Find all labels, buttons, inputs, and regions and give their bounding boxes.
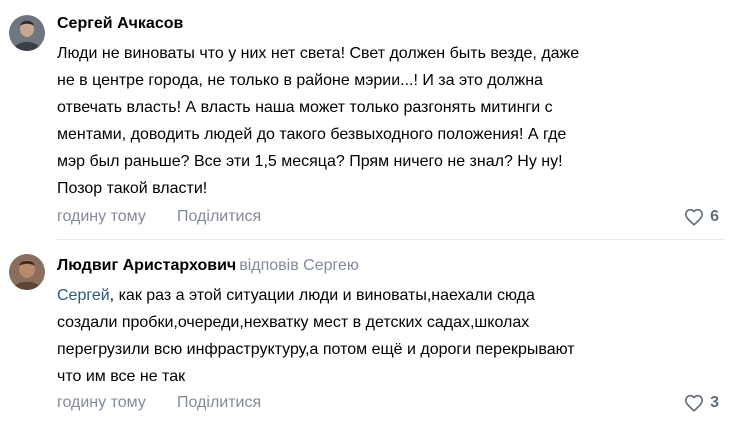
comment-author[interactable]: Людвиг Аристархович (57, 257, 236, 274)
comment-text-line: ментами, доводить людей до такого безвых… (57, 126, 567, 143)
comment-text-line: мэр был раньше? Все эти 1,5 месяца? Прям… (57, 153, 563, 170)
mention-link[interactable]: Сергей (57, 287, 110, 304)
comment-divider (57, 239, 725, 240)
comment-text: Сергей, как раз а этой ситуации люди и в… (57, 282, 727, 390)
heart-outline-icon (685, 394, 704, 412)
comment-text-line: Позор такой власти! (57, 180, 208, 197)
comment-text-line: отвечать власть! А власть наша может тол… (57, 99, 553, 116)
like-count: 3 (710, 394, 719, 411)
comment-author-line: Людвиг Аристархович відповів Сергею (57, 256, 359, 276)
avatar[interactable] (9, 254, 45, 290)
comment-text-line: не в центре города, не только в районе м… (57, 72, 543, 89)
comment-text-line: Люди не виноваты что у них нет света! Св… (57, 45, 580, 62)
comment-text-segment: , как раз а этой ситуации люди и виноват… (109, 287, 535, 304)
like-button[interactable]: 3 (684, 393, 719, 413)
share-button[interactable]: Поділитися (177, 393, 261, 413)
comment-text-line: что им все не так (57, 368, 186, 385)
comment-text: Люди не виноваты что у них нет света! Св… (57, 40, 727, 202)
avatar[interactable] (9, 15, 45, 51)
comment-footer: годину тому Поділитися 6 (57, 207, 719, 227)
comment-text-line: перегрузили всю инфраструктуру,а потом е… (57, 341, 575, 358)
comment-time[interactable]: годину тому (57, 393, 146, 413)
share-button[interactable]: Поділитися (177, 207, 261, 227)
like-count: 6 (710, 208, 719, 225)
comment-author[interactable]: Сергей Ачкасов (57, 14, 183, 34)
avatar-photo (9, 15, 45, 51)
like-button[interactable]: 6 (684, 207, 719, 227)
comment-text-line: создали пробки,очереди,нехватку мест в д… (57, 314, 530, 331)
comment-text-line: Сергей, как раз а этой ситуации люди и в… (57, 282, 727, 309)
comment-footer: годину тому Поділитися 3 (57, 393, 719, 413)
heart-outline-icon (685, 208, 704, 226)
comment-time[interactable]: годину тому (57, 207, 146, 227)
avatar-photo (9, 254, 45, 290)
reply-to-link[interactable]: відповів Сергею (239, 257, 359, 274)
